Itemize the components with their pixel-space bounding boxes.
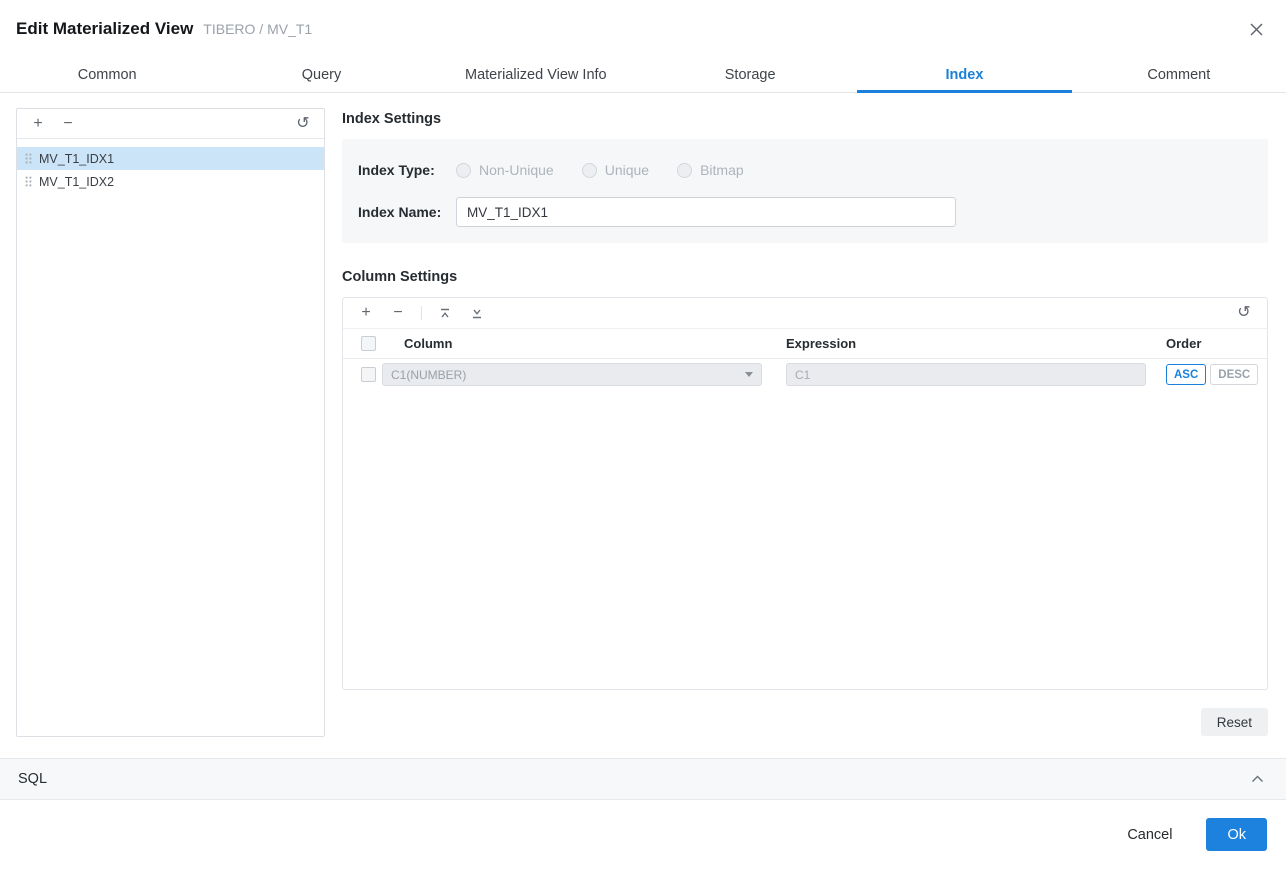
index-settings-heading: Index Settings (342, 111, 442, 127)
row-checkbox[interactable] (361, 367, 376, 382)
list-item-mv-t1-idx1[interactable]: MV_T1_IDX1 (17, 147, 324, 170)
tab-query[interactable]: Query (214, 60, 428, 92)
row-column-cell: C1(NUMBER) (382, 363, 780, 386)
index-name-row: Index Name: (358, 197, 1252, 227)
drag-handle-icon[interactable] (25, 153, 32, 164)
radio-label: Bitmap (700, 162, 744, 178)
tab-comment[interactable]: Comment (1072, 60, 1286, 92)
index-detail-panel: Index Settings Index Type: Non-Unique Un… (342, 108, 1268, 736)
radio-icon (581, 162, 597, 178)
chevron-up-icon (1251, 771, 1264, 786)
row-check-cell (343, 367, 382, 382)
move-top-icon[interactable] (436, 304, 454, 322)
tab-index[interactable]: Index (857, 60, 1072, 93)
radio-icon (677, 162, 693, 178)
expression-input (786, 363, 1146, 386)
close-icon (1249, 23, 1264, 40)
radio-bitmap: Bitmap (677, 162, 744, 178)
index-list-panel: + − ↺ MV_T1_IDX1 MV_T1_IDX2 (16, 108, 325, 737)
tab-bar: Common Query Materialized View Info Stor… (0, 60, 1286, 93)
main-content: + − ↺ MV_T1_IDX1 MV_T1_IDX2 Index Settin… (16, 108, 1268, 737)
index-type-radio-group: Non-Unique Unique Bitmap (456, 162, 744, 178)
list-item-label: MV_T1_IDX2 (39, 174, 115, 189)
index-name-input[interactable] (456, 197, 956, 227)
index-list: MV_T1_IDX1 MV_T1_IDX2 (17, 139, 324, 193)
add-column-button[interactable]: + (357, 304, 375, 322)
index-name-label: Index Name: (358, 204, 442, 220)
table-row: C1(NUMBER) ASC DESC (343, 359, 1267, 390)
toolbar-divider (421, 306, 422, 320)
asc-button[interactable]: ASC (1166, 364, 1207, 385)
remove-column-button[interactable]: − (389, 304, 407, 322)
edit-materialized-view-dialog: Edit Materialized View TIBERO / MV_T1 Co… (0, 0, 1286, 869)
index-list-toolbar: + − ↺ (17, 109, 324, 139)
add-index-button[interactable]: + (29, 115, 47, 133)
page-title: Edit Materialized View (16, 19, 194, 38)
header-expression: Expression (786, 336, 857, 351)
column-settings-panel: + − ↺ Column Expression Order C1(NUMBER)… (342, 297, 1268, 690)
row-expression-cell (780, 363, 1160, 386)
desc-button[interactable]: DESC (1210, 364, 1259, 385)
column-table-header: Column Expression Order (343, 329, 1267, 359)
header-order: Order (1166, 336, 1202, 351)
radio-unique: Unique (581, 162, 650, 178)
tab-storage[interactable]: Storage (643, 60, 857, 92)
column-settings-heading: Column Settings (342, 269, 458, 285)
row-order-cell: ASC DESC (1160, 364, 1267, 385)
refresh-icon[interactable]: ↺ (1235, 304, 1253, 322)
index-type-label: Index Type: (358, 162, 435, 178)
remove-index-button[interactable]: − (59, 115, 77, 133)
radio-label: Unique (604, 162, 650, 178)
index-type-row: Index Type: Non-Unique Unique Bitmap (358, 155, 1252, 185)
header-check-cell (343, 336, 382, 351)
drag-handle-icon[interactable] (25, 176, 32, 187)
close-button[interactable] (1247, 20, 1266, 39)
reset-row: Reset (342, 708, 1268, 736)
collapse-button[interactable] (1247, 771, 1268, 787)
cancel-button[interactable]: Cancel (1121, 826, 1178, 844)
radio-non-unique: Non-Unique (456, 162, 554, 178)
tab-materialized-view-info[interactable]: Materialized View Info (429, 60, 643, 92)
refresh-icon[interactable]: ↺ (294, 115, 312, 133)
list-item-mv-t1-idx2[interactable]: MV_T1_IDX2 (17, 170, 324, 193)
index-settings-panel: Index Type: Non-Unique Unique Bitmap Ind… (342, 139, 1268, 243)
list-item-label: MV_T1_IDX1 (39, 151, 115, 166)
radio-icon (456, 162, 471, 178)
sql-section-bar[interactable]: SQL (0, 758, 1286, 800)
column-toolbar: + − ↺ (343, 298, 1267, 329)
reset-button[interactable]: Reset (1200, 708, 1268, 736)
column-select-value: C1(NUMBER) (391, 367, 467, 382)
column-select: C1(NUMBER) (382, 363, 762, 386)
dialog-footer: Cancel Ok (0, 800, 1286, 869)
ok-button[interactable]: Ok (1206, 818, 1267, 851)
tab-common[interactable]: Common (0, 60, 214, 92)
select-all-checkbox[interactable] (361, 336, 376, 351)
radio-label: Non-Unique (479, 162, 554, 178)
dialog-subtitle: TIBERO / MV_T1 (203, 21, 313, 37)
chevron-down-icon (745, 372, 753, 377)
dialog-header: Edit Materialized View TIBERO / MV_T1 (0, 0, 1286, 60)
sql-section-label: SQL (18, 771, 48, 787)
move-bottom-icon[interactable] (468, 304, 486, 322)
header-column: Column (404, 336, 453, 351)
